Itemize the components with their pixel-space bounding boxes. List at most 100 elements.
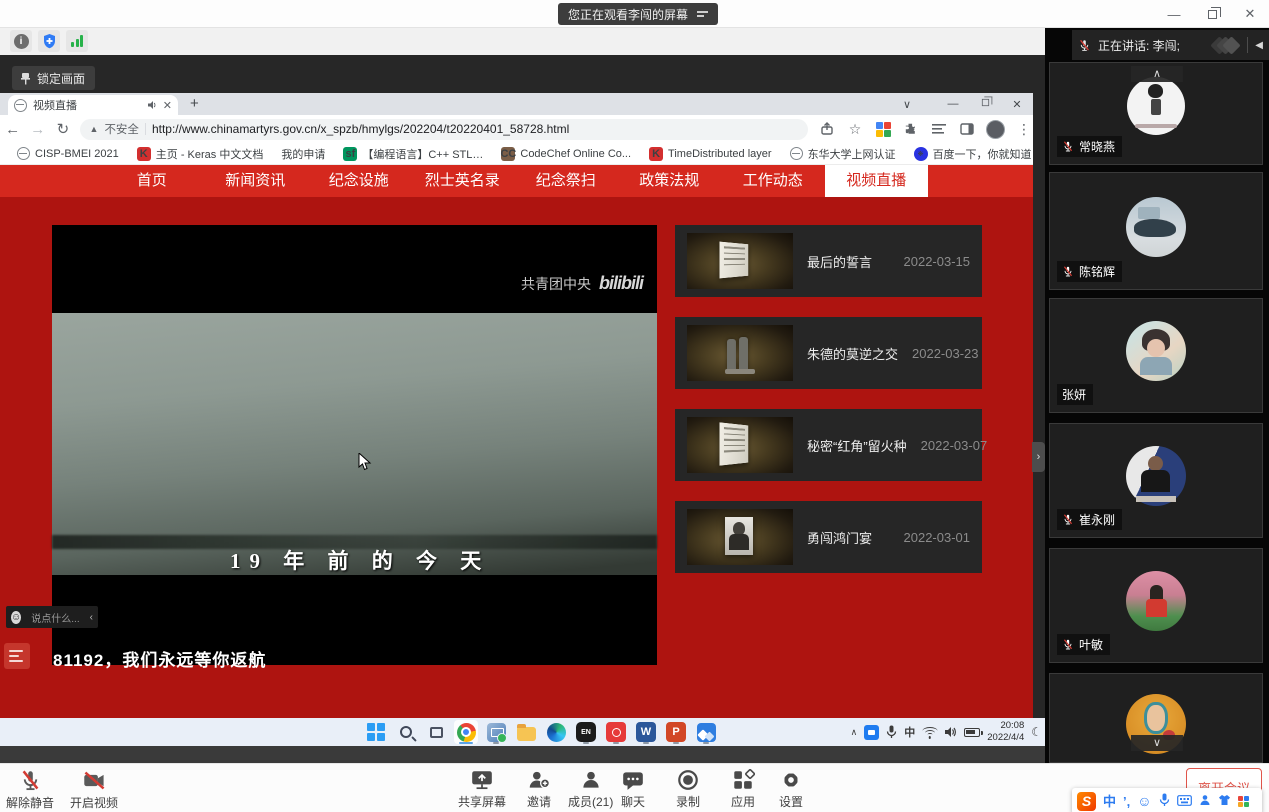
participant-name: 叶敏 <box>1079 636 1103 653</box>
minimize-button[interactable]: — <box>1155 0 1193 28</box>
extension-grid-icon[interactable] <box>874 120 892 138</box>
nav-item-memorial-sweep[interactable]: 纪念祭扫 <box>514 165 618 197</box>
bookmark-item[interactable]: ❋百度一下，你就知道 <box>907 145 1039 163</box>
side-panel-icon[interactable] <box>958 120 976 138</box>
en-app-icon: EN <box>576 722 596 742</box>
taskbar-peaks-app-button[interactable] <box>694 720 718 744</box>
participant-name-chip: 崔永刚 <box>1057 509 1122 530</box>
danmaku-collapse-icon[interactable]: ‹ <box>90 612 93 623</box>
extensions-puzzle-icon[interactable] <box>902 120 920 138</box>
browser-minimize-button[interactable]: — <box>937 98 969 110</box>
nav-item-live-video[interactable]: 视频直播 <box>825 165 929 197</box>
task-view-button[interactable] <box>424 720 448 744</box>
taskbar-red-app-button[interactable] <box>604 720 628 744</box>
taskbar-powerpoint-button[interactable]: P <box>664 720 688 744</box>
video-player[interactable]: 共青团中央 bilibili 19 年 前 的 今 天 <box>52 225 657 665</box>
emoji-icon[interactable]: ☺ <box>11 611 21 624</box>
browser-tab[interactable]: 视频直播 ✕ <box>8 95 178 115</box>
address-bar[interactable]: ▲ 不安全 http://www.chinamartyrs.gov.cn/x_s… <box>80 119 809 140</box>
nav-item-news[interactable]: 新闻资讯 <box>204 165 308 197</box>
video-list-item[interactable]: 最后的誓言 2022-03-15 <box>675 225 982 297</box>
bookmark-item[interactable]: 我的申请 <box>274 145 332 163</box>
scroll-down-chevron[interactable]: ∨ <box>1131 735 1183 751</box>
bookmark-star-icon[interactable]: ☆ <box>846 120 864 138</box>
collapse-panel-icon[interactable]: ◀ <box>1255 40 1263 51</box>
ime-skin-shirt-icon[interactable] <box>1218 794 1231 808</box>
ime-language-indicator[interactable]: 中 <box>904 724 915 740</box>
lock-screen-button[interactable]: 锁定画面 <box>12 66 95 90</box>
bookmark-item[interactable]: sf【编程语言】C++ STL… <box>336 145 490 163</box>
taskbar-clock[interactable]: 20:08 2022/4/4 <box>987 720 1024 744</box>
restore-button[interactable] <box>1193 0 1231 28</box>
nav-item-home[interactable]: 首页 <box>100 165 204 197</box>
nav-item-memorial-facilities[interactable]: 纪念设施 <box>307 165 411 197</box>
taskbar-search-button[interactable] <box>394 720 418 744</box>
reading-list-icon[interactable] <box>930 120 948 138</box>
network-quality-button[interactable] <box>66 30 88 52</box>
tab-close-icon[interactable]: ✕ <box>163 99 172 112</box>
ime-punctuation-icon[interactable]: ’, <box>1123 795 1130 808</box>
browser-menu-icon[interactable]: ⋮ <box>1015 120 1033 138</box>
night-light-moon-icon[interactable]: ☾ <box>1031 725 1042 739</box>
playlist-icon[interactable] <box>4 643 30 669</box>
nav-item-martyrs-roll[interactable]: 烈士英名录 <box>411 165 515 197</box>
close-button[interactable]: ✕ <box>1231 0 1269 28</box>
members-button[interactable]: 成员(21) <box>568 769 613 810</box>
taskbar-word-button[interactable]: W <box>634 720 658 744</box>
tray-chat-app-icon[interactable] <box>864 725 879 740</box>
apps-button[interactable]: 应用 <box>731 769 755 810</box>
profile-avatar[interactable] <box>986 120 1005 139</box>
forward-button[interactable]: → <box>25 121 50 138</box>
unmute-button[interactable]: 解除静音 <box>6 769 54 811</box>
browser-close-button[interactable]: ✕ <box>1001 98 1033 111</box>
taskbar-pc-manager-button[interactable] <box>484 720 508 744</box>
reload-button[interactable]: ↻ <box>50 120 75 138</box>
banner-menu-icon[interactable] <box>697 11 708 16</box>
tray-microphone-icon[interactable] <box>886 725 897 739</box>
page-side-expand-handle[interactable]: › <box>1032 442 1045 472</box>
danmaku-input[interactable]: ☺ 说点什么... ‹ <box>6 606 98 628</box>
bookmark-item[interactable]: CCCodeChef Online Co... <box>494 145 638 163</box>
record-button[interactable]: 录制 <box>676 769 700 810</box>
back-button[interactable]: ← <box>0 121 25 138</box>
share-screen-button[interactable]: 共享屏幕 <box>458 769 506 810</box>
video-list-item[interactable]: 朱德的莫逆之交 2022-03-23 <box>675 317 982 389</box>
ime-keyboard-icon[interactable] <box>1177 795 1192 808</box>
taskbar-en-app-button[interactable]: EN <box>574 720 598 744</box>
security-shield-button[interactable] <box>38 30 60 52</box>
chat-button[interactable]: 聊天 <box>621 769 645 810</box>
nav-item-policy[interactable]: 政策法规 <box>618 165 722 197</box>
volume-icon[interactable] <box>944 726 957 738</box>
nav-item-work[interactable]: 工作动态 <box>721 165 825 197</box>
video-list-item[interactable]: 勇闯鸿门宴 2022-03-01 <box>675 501 982 573</box>
bookmark-item[interactable]: 东华大学上网认证 <box>783 145 903 163</box>
meeting-info-button[interactable]: i <box>10 30 32 52</box>
share-icon[interactable] <box>818 120 836 138</box>
taskbar-edge-button[interactable] <box>544 720 568 744</box>
new-tab-button[interactable]: + <box>190 95 199 112</box>
ime-emoji-icon[interactable]: ☺ <box>1137 794 1151 808</box>
ime-profile-icon[interactable] <box>1199 794 1211 808</box>
scroll-up-chevron[interactable]: ∧ <box>1131 66 1183 82</box>
bookmark-item[interactable]: CISP-BMEI 2021 <box>10 145 126 163</box>
ime-voice-icon[interactable] <box>1159 793 1170 809</box>
hidden-icons-chevron[interactable]: ∧ <box>851 727 858 738</box>
invite-button[interactable]: 邀请 <box>527 769 551 810</box>
bookmark-item[interactable]: K主页 - Keras 中文文档 <box>130 145 271 163</box>
browser-restore-button[interactable] <box>969 98 1001 110</box>
battery-icon[interactable] <box>964 728 980 737</box>
settings-button[interactable]: 设置 <box>779 769 803 810</box>
tab-search-dropdown[interactable]: ∨ <box>891 98 923 111</box>
taskbar-file-explorer-button[interactable] <box>514 720 538 744</box>
wifi-icon[interactable] <box>922 727 937 738</box>
taskbar-chrome-button[interactable] <box>454 720 478 744</box>
start-button[interactable] <box>364 720 388 744</box>
ime-mode-chinese[interactable]: 中 <box>1103 795 1116 808</box>
bookmark-item[interactable]: KTimeDistributed layer <box>642 145 779 163</box>
sogou-ime-bar[interactable]: S 中 ’, ☺ <box>1072 788 1262 812</box>
start-video-button[interactable]: 开启视频 <box>70 769 118 811</box>
tab-audio-icon[interactable] <box>147 100 157 110</box>
ime-toolbox-grid-icon[interactable] <box>1238 796 1249 807</box>
video-list-item[interactable]: 秘密“红角”留火种 2022-03-07 <box>675 409 982 481</box>
sogou-logo-icon[interactable]: S <box>1077 792 1096 811</box>
